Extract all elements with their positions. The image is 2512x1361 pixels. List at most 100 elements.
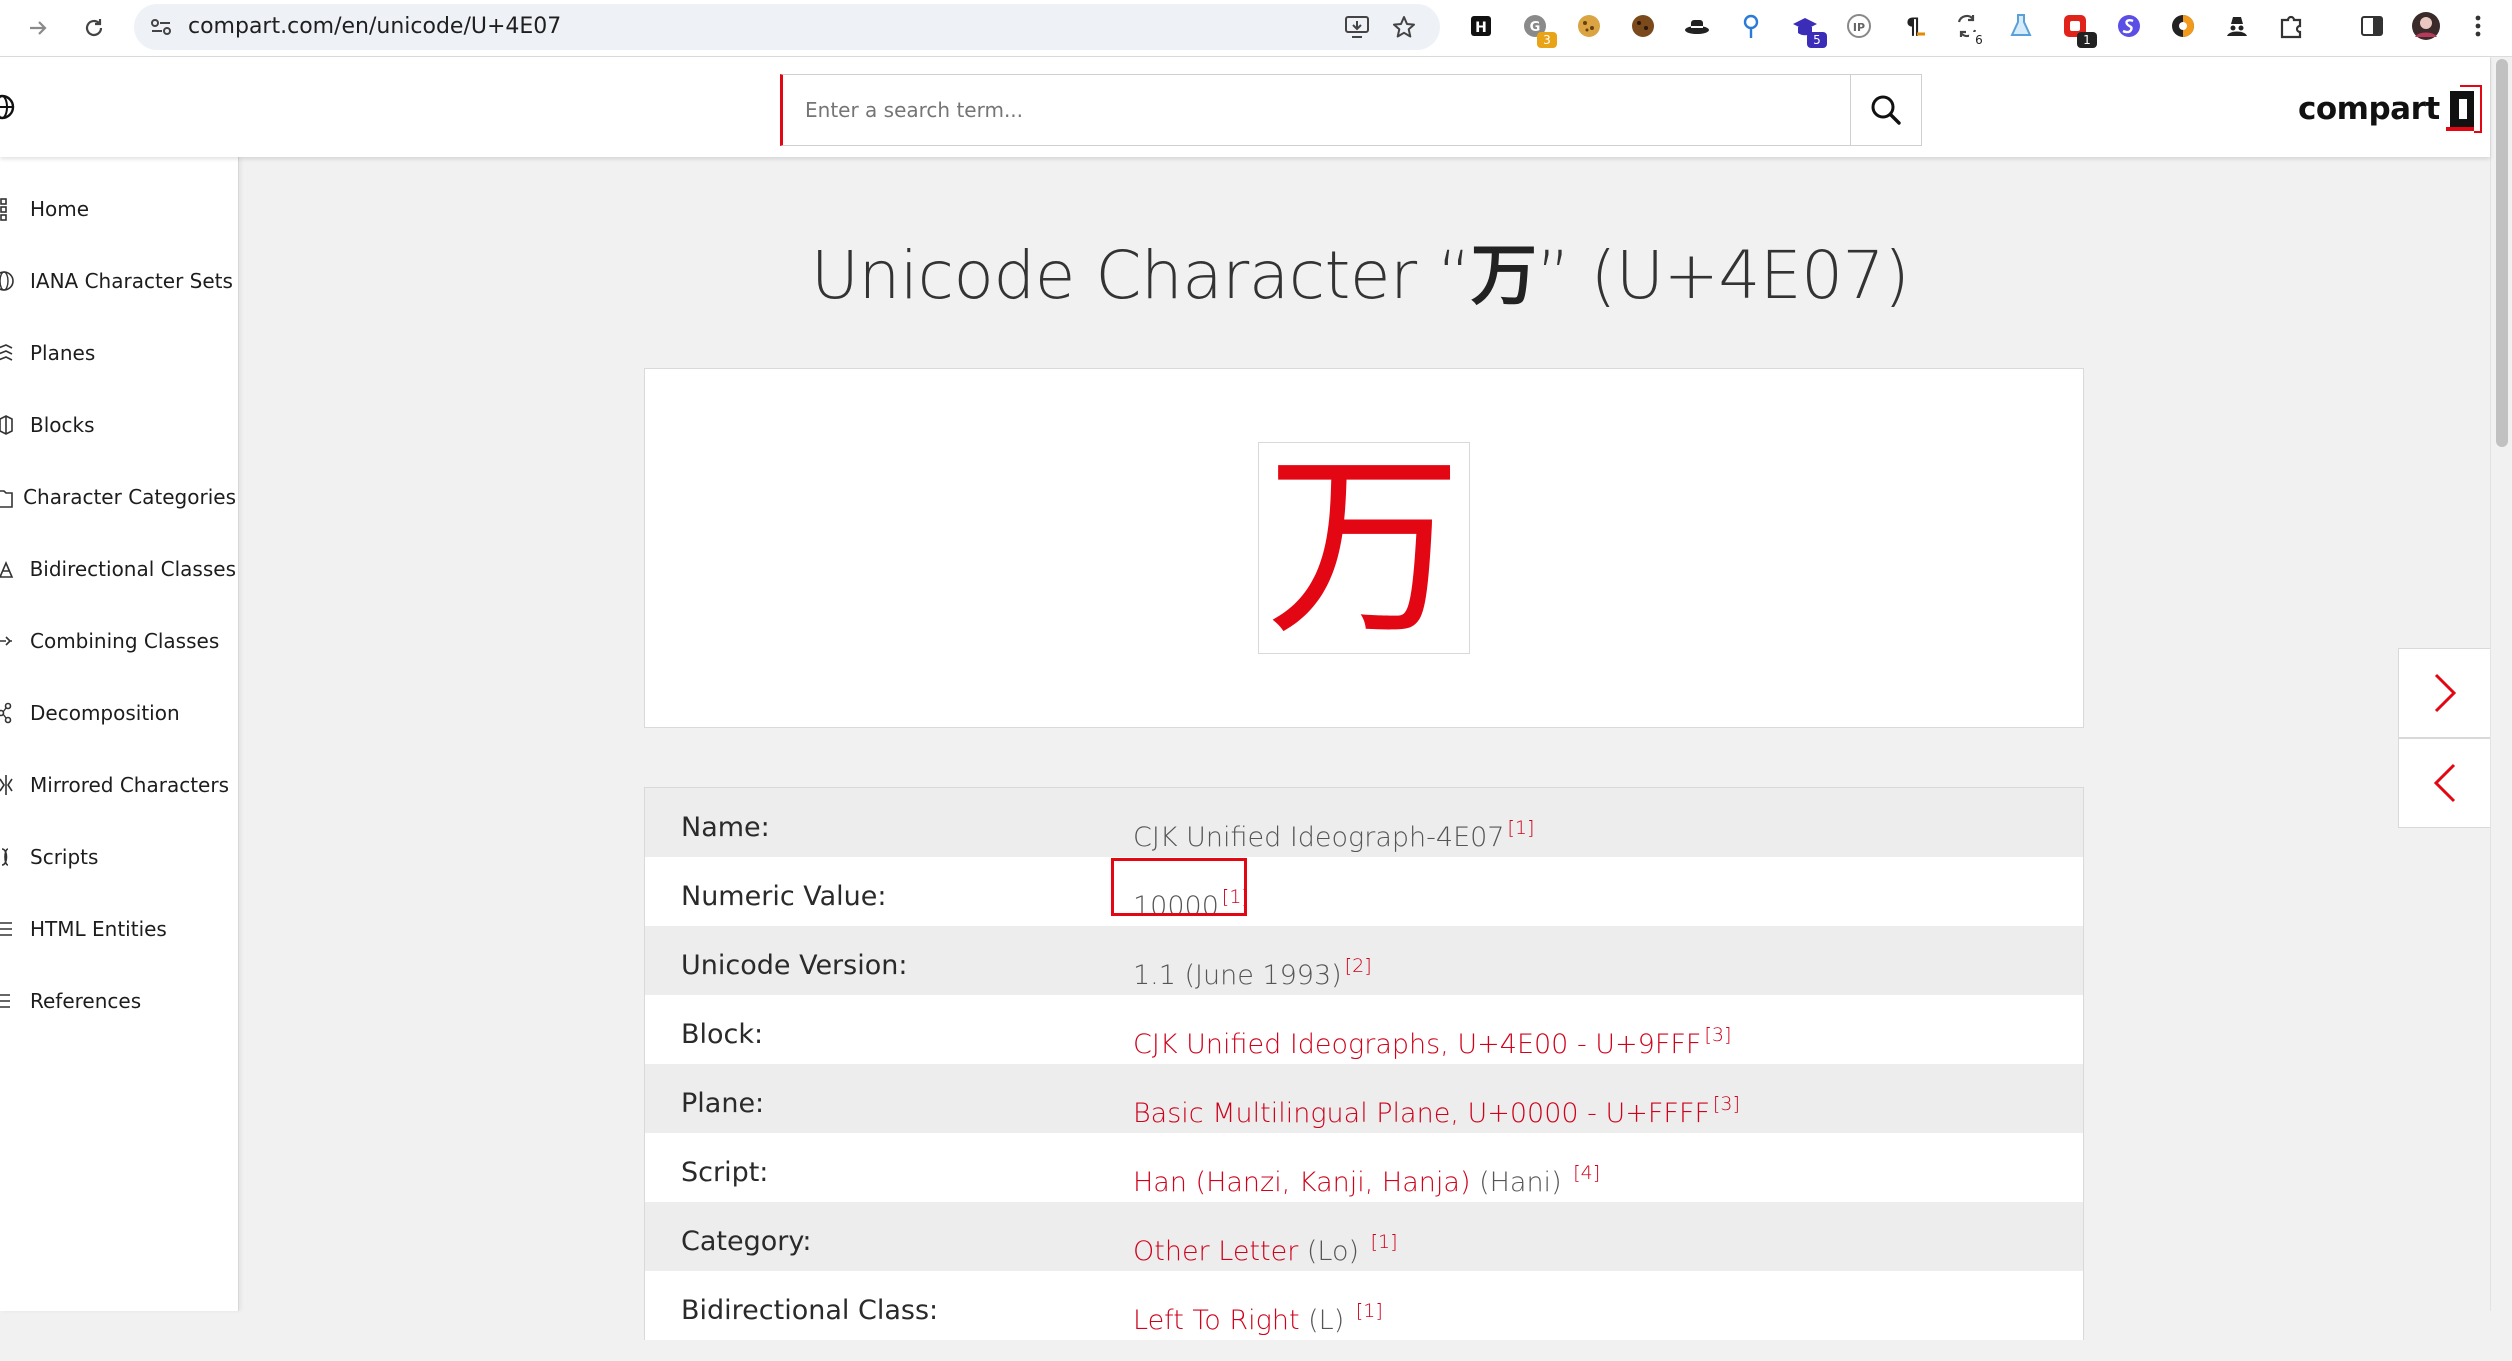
sidebar-item-blocks[interactable]: Blocks [0,405,236,445]
logo-mark-icon [2445,85,2482,133]
puzzle-button[interactable] [2275,10,2307,42]
pin-ext-icon [1743,14,1759,38]
page-title-prefix: Unicode Character “ [810,237,1472,314]
sidebar-nav: Home IANA Character Sets Planes Blocks Chara… [0,157,239,1311]
page-title-suffix: ” (U+4E07) [1536,237,1910,314]
property-value-link[interactable]: CJK Unified Ideographs, U+4E00 - U+9FFF [1133,1029,1701,1060]
s-orange-ext-button[interactable] [2167,10,2199,42]
cookie-ext-button[interactable] [1573,10,1605,42]
reference-link[interactable]: [3] [1713,1093,1740,1115]
red-ext-button[interactable]: 1 [2059,10,2097,48]
chevron-right-icon [2434,673,2457,713]
pilcrow-ext-icon: ¶ [1906,15,1925,40]
svg-text:IP: IP [1853,21,1865,34]
h-ext-icon: H [1471,16,1491,36]
puzzle-icon [2280,15,2302,39]
search-input[interactable] [783,75,1843,145]
folder-icon [0,477,23,517]
ip-ext-button[interactable]: IP [1843,10,1875,42]
address-bar[interactable]: compart.com/en/unicode/U+4E07 [134,4,1440,50]
hat-ext-button[interactable] [1681,10,1713,42]
language-button[interactable] [0,93,18,126]
page-title-glyph: 万 [1470,237,1537,314]
sidebar-item-label: Decomposition [30,701,180,725]
sync-ext-button[interactable]: 6 [1951,10,1989,48]
next-character-button[interactable] [2398,648,2492,738]
extension-badge: 3 [1537,32,1557,48]
pin-ext-button[interactable] [1735,10,1767,42]
sidebar-item-decomposition[interactable]: Decomposition [0,693,236,733]
reference-link[interactable]: [4] [1573,1162,1600,1184]
property-value-link[interactable]: Left To Right [1133,1305,1300,1336]
sidebar-item-label: Mirrored Characters [30,773,230,797]
sidebar-item-iana-character-sets[interactable]: IANA Character Sets [0,261,236,301]
site-info-icon[interactable] [150,17,172,37]
avatar-icon [2412,12,2440,40]
page-scrollbar[interactable] [2490,57,2512,1311]
cookie-dark-ext-button[interactable] [1627,10,1659,42]
reference-link[interactable]: [1] [1508,817,1535,839]
list-icon [0,909,30,949]
hat-ext-icon [1685,20,1709,34]
profile-avatar[interactable] [2410,10,2442,42]
s-purple-ext-button[interactable] [2113,10,2145,42]
sidebar-item-mirrored-characters[interactable]: Mirrored Characters [0,765,236,805]
share-icon [0,693,30,733]
sidebar-item-planes[interactable]: Planes [0,333,236,373]
reference-link[interactable]: [1] [1371,1231,1398,1253]
property-value: 1.1 (June 1993) [2] [1133,926,1372,995]
sidebar-item-references[interactable]: References [0,981,236,1021]
property-value-link[interactable]: Basic Multilingual Plane, U+0000 - U+FFF… [1133,1098,1710,1129]
page-title: Unicode Character “万” (U+4E07) [640,222,2080,318]
properties-table: Name: CJK Unified Ideograph-4E07 [1] Numeri… [644,787,2084,1340]
sidebar-item-combining-classes[interactable]: Combining Classes [0,621,236,661]
sidebar-item-label: Planes [30,341,96,365]
sidebar-item-scripts[interactable]: Scripts [0,837,236,877]
character-glyph-box: 万 [1258,442,1470,654]
sidebar-item-home[interactable]: Home [0,189,236,229]
flask-ext-button[interactable] [2005,10,2037,42]
logo-text: compart [2298,91,2440,127]
h-ext-button[interactable]: H [1465,10,1497,42]
property-value: Han (Hanzi, Kanji, Hanja) (Hani) [4] [1133,1133,1600,1202]
compart-logo[interactable]: compart [2298,85,2482,133]
globe-icon [0,261,30,301]
browser-menu-button[interactable] [2462,10,2494,42]
spy-ext-button[interactable] [2221,10,2253,42]
sidebar-item-bidirectional-classes[interactable]: Bidirectional Classes [0,549,236,589]
reference-link[interactable]: [1] [1356,1300,1383,1322]
cap-ext-button[interactable]: 5 [1789,10,1827,48]
property-row-bidirectional-class: Bidirectional Class: Left To Right (L) [1… [645,1271,2083,1340]
property-label: Script: [681,1157,769,1188]
sidebar-item-label: Blocks [30,413,95,437]
property-row-script: Script: Han (Hanzi, Kanji, Hanja) (Hani) … [645,1133,2083,1202]
grammar-ext-button[interactable]: G3 [1519,10,1557,48]
reference-link[interactable]: [2] [1345,955,1372,977]
property-value-link[interactable]: Other Letter [1133,1236,1298,1267]
bookmark-star-icon[interactable] [1392,15,1416,39]
reload-button[interactable] [74,8,114,48]
property-value: Basic Multilingual Plane, U+0000 - U+FFF… [1133,1064,1740,1133]
property-value-extra: (Lo) [1298,1236,1368,1267]
mirror-icon [0,765,30,805]
property-label: Plane: [681,1088,765,1119]
globe-icon [0,94,15,120]
property-label: Block: [681,1019,764,1050]
sidebar-item-label: IANA Character Sets [30,269,233,293]
cookie-dark-ext-icon [1632,15,1654,37]
property-value-text: 1.1 (June 1993) [1133,960,1342,991]
install-app-icon[interactable] [1344,15,1370,39]
reference-link[interactable]: [3] [1704,1024,1731,1046]
chevron-left-icon [2433,763,2456,803]
scrollbar-thumb[interactable] [2496,59,2508,447]
property-value-link[interactable]: Han (Hanzi, Kanji, Hanja) [1133,1167,1470,1198]
property-label: Name: [681,812,770,843]
sidebar-item-character-categories[interactable]: Character Categories [0,477,236,517]
search-button[interactable] [1850,75,1921,145]
forward-button[interactable] [18,8,58,48]
property-label: Unicode Version: [681,950,908,981]
pilcrow-ext-button[interactable]: ¶ [1897,10,1929,42]
sidebar-item-html-entities[interactable]: HTML Entities [0,909,236,949]
side-panel-button[interactable] [2356,10,2388,42]
previous-character-button[interactable] [2398,738,2492,828]
